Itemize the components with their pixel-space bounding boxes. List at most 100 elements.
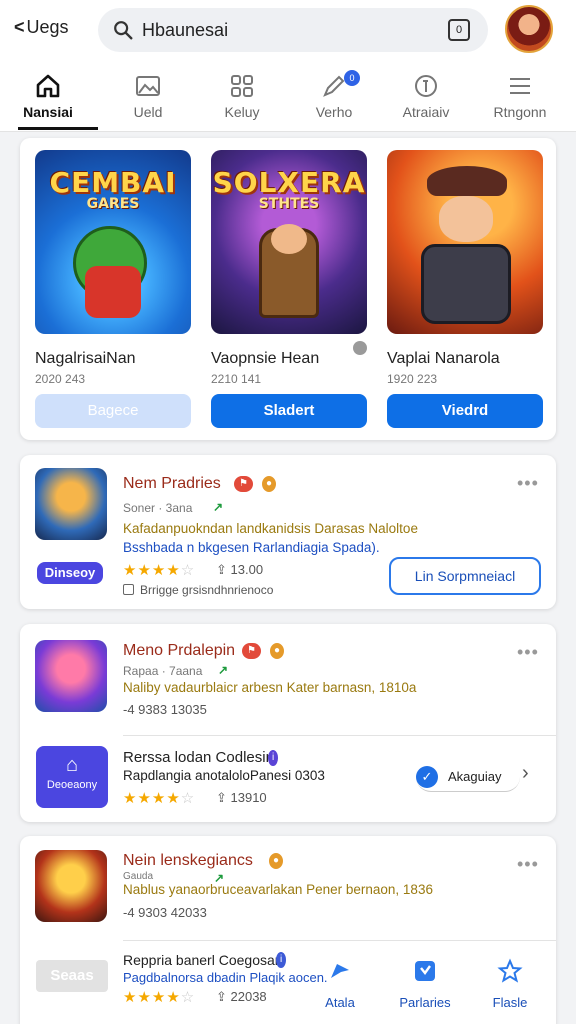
notification-badge: 0 <box>344 70 360 86</box>
art-subtitle: GARES <box>86 196 140 212</box>
item-description: Naliby vadaurblaicr arbesn Kater barnasn… <box>123 680 417 695</box>
info-dot-icon[interactable] <box>353 341 367 355</box>
search-icon <box>114 21 133 40</box>
hot-tag: ⚑ <box>242 643 261 659</box>
list-item[interactable]: Nein lenskegiancs ● Gauda ↗ ••• Nablus y… <box>20 836 556 1024</box>
tab-label: Nansiai <box>23 104 73 120</box>
sub-item-title[interactable]: Rerssa lodan Codlesin <box>123 749 274 766</box>
bookmark-icon <box>415 961 435 981</box>
favorite-action[interactable]: Flasle <box>475 958 545 1010</box>
item-count-line: -4 9303 42033 <box>123 905 207 920</box>
avatar[interactable] <box>505 5 553 53</box>
star-rating: ★★★★☆ <box>123 790 196 807</box>
game-name: Vaplai Nanarola <box>387 350 500 367</box>
more-options-icon[interactable]: ••• <box>517 642 539 663</box>
item-count-line: -4 9383 13035 <box>123 702 207 717</box>
art-subtitle: STHTES <box>258 196 320 212</box>
secondary-action-label: Akaguiay <box>448 769 502 784</box>
rating-count: ⇪ 13910 <box>216 790 267 805</box>
search-input[interactable]: Hbaunesai <box>142 20 228 41</box>
sub-item-description: Rapdlangia anotaloloPanesi 0303 <box>123 768 325 783</box>
back-label: Uegs <box>26 17 69 37</box>
chevron-right-icon[interactable]: › <box>522 762 529 785</box>
install-button[interactable]: Sladert <box>211 394 367 428</box>
list-item[interactable]: Nem Pradries ⚑ ● Soner · 3ana ↗ ••• Kafa… <box>20 455 556 609</box>
star-rating: ★★★★☆ <box>123 989 196 1006</box>
category-badge[interactable]: Dinseoy <box>37 562 103 584</box>
action-button[interactable]: Lin Sorpmneiacl <box>389 557 541 595</box>
tab-label: Verho <box>315 104 353 120</box>
star-rating: ★★★★☆ <box>123 562 196 579</box>
divider <box>123 940 556 941</box>
trend-icon: ↗ <box>213 500 224 514</box>
game-thumbnail[interactable] <box>387 150 543 334</box>
art-title: SOLXERA <box>212 166 366 199</box>
app-icon[interactable] <box>35 640 107 712</box>
compatibility-note: Brrigge grsisndhnrienoco <box>123 583 273 597</box>
app-icon[interactable] <box>35 468 107 540</box>
sub-app-label: Deoeaony <box>46 779 98 791</box>
apps-grid-icon <box>231 75 253 97</box>
checkbox[interactable] <box>123 584 134 595</box>
sub-app-badge[interactable]: Seaas <box>36 960 108 992</box>
rating-count: ⇪ 13.00 <box>216 562 264 577</box>
tab-label: Keluy <box>224 104 260 120</box>
share-icon <box>331 964 349 978</box>
more-options-icon[interactable]: ••• <box>517 854 539 875</box>
bookmark-action[interactable]: Parlaries <box>390 958 460 1010</box>
list-item[interactable]: Meno Prdalepin ⚑ ● Rapaa · 7aana ↗ ••• N… <box>20 624 556 822</box>
game-date: 1920 223 <box>387 372 438 386</box>
art-title: CEMBAI <box>49 166 177 199</box>
tab-images[interactable]: Ueld <box>100 60 196 132</box>
app-icon[interactable] <box>35 850 107 922</box>
action-label: Atala <box>325 995 355 1010</box>
character-hat-art <box>427 166 507 196</box>
item-description: Nablus yanaorbruceavarlakan Pener bernao… <box>123 882 433 897</box>
game-thumbnail[interactable]: SOLXERA STHTES <box>211 150 367 334</box>
share-action[interactable]: Atala <box>305 958 375 1010</box>
search-bar[interactable]: Hbaunesai 0 <box>98 8 488 52</box>
game-name: Vaopnsie Hean <box>211 350 320 367</box>
home-icon <box>36 74 60 98</box>
medal-icon: ● <box>269 853 284 869</box>
compass-icon <box>415 75 437 97</box>
check-circle-icon: ✓ <box>416 765 438 788</box>
medal-icon: ● <box>262 476 277 492</box>
game-date: 2020 243 <box>35 372 86 386</box>
back-button[interactable]: < Uegs <box>14 17 69 38</box>
item-meta: Rapaa · 7aana <box>123 664 203 678</box>
install-button[interactable]: Viedrd <box>387 394 543 428</box>
action-label: Parlaries <box>399 995 451 1010</box>
tab-apps[interactable]: Keluy <box>194 60 290 132</box>
sub-item-description[interactable]: Pagdbalnorsa dbadin Plaqik aocen. <box>123 970 328 985</box>
rating-count-value: 13.00 <box>230 562 264 577</box>
sub-app-icon[interactable]: ⌂ Deoeaony <box>36 746 108 808</box>
item-title[interactable]: Meno Prdalepin <box>123 642 235 660</box>
item-title[interactable]: Nem Pradries <box>123 475 221 493</box>
divider <box>123 735 556 736</box>
install-button[interactable]: Bagece <box>35 394 191 428</box>
hot-tag: ⚑ <box>234 476 253 492</box>
more-options-icon[interactable]: ••• <box>517 473 539 494</box>
scan-icon[interactable]: 0 <box>448 19 470 41</box>
sub-item-title[interactable]: Reppria banerl Coegosan <box>123 952 283 968</box>
item-title[interactable]: Nein lenskegiancs <box>123 852 253 870</box>
active-tab-indicator <box>18 127 98 130</box>
tab-label: Rtngonn <box>493 104 547 120</box>
tab-label: Atraiaiv <box>402 104 450 120</box>
medal-icon: ● <box>270 643 285 659</box>
game-thumbnail[interactable]: CEMBAI GARES <box>35 150 191 334</box>
tab-pen[interactable]: 0 Verho <box>286 60 382 132</box>
trend-icon: ↗ <box>218 663 229 677</box>
secondary-action[interactable]: ✓ Akaguiay <box>416 762 520 792</box>
item-meta: Gauda <box>123 871 154 882</box>
tab-compass[interactable]: Atraiaiv <box>378 60 474 132</box>
star-outline-icon <box>497 958 523 983</box>
tab-menu[interactable]: Rtngonn <box>472 60 568 132</box>
rating-count-value: 13910 <box>230 790 267 805</box>
tab-home[interactable]: Nansiai <box>0 60 98 132</box>
action-label: Flasle <box>492 995 528 1010</box>
info-badge-icon: i <box>276 952 287 968</box>
item-description-link[interactable]: Bsshbada n bkgesen Rarlandiagia Spada). <box>123 540 380 555</box>
info-badge-icon: i <box>268 750 279 766</box>
